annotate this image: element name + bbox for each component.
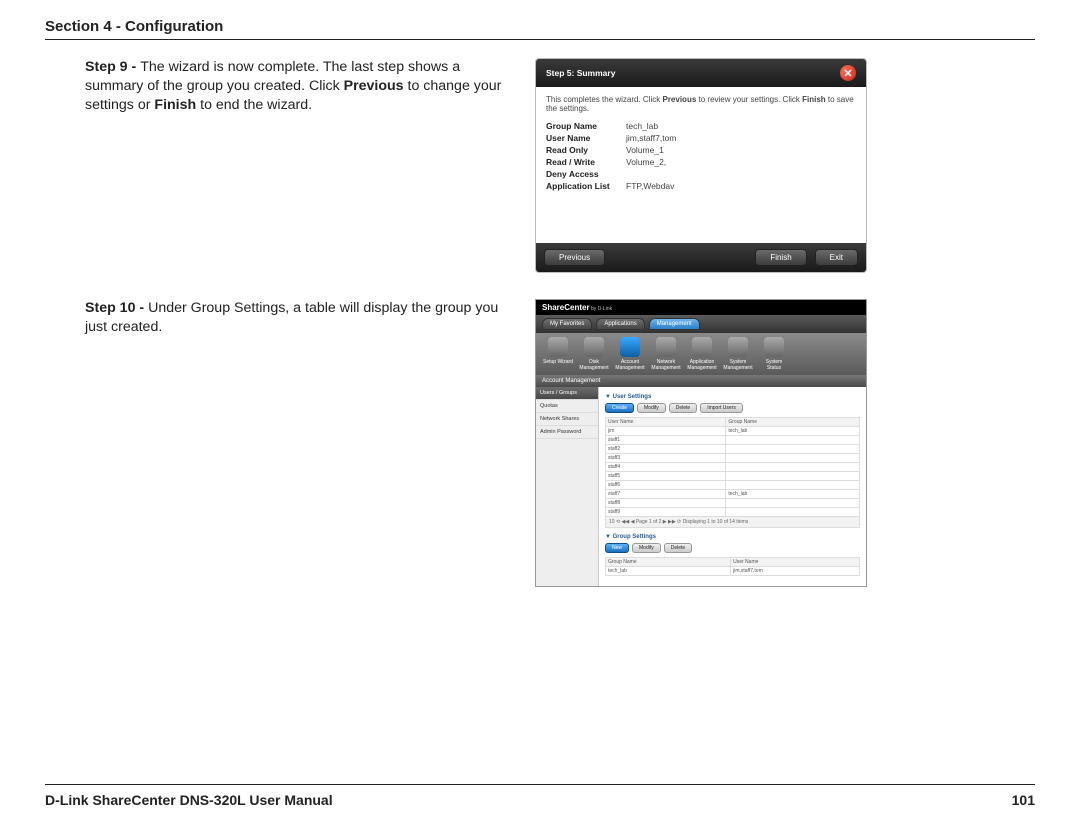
wizard-summary-dialog: Step 5: Summary ✕ This completes the wiz…: [535, 58, 867, 273]
tab-my-favorites[interactable]: My Favorites: [542, 318, 592, 330]
footer-page-number: 101: [1012, 792, 1035, 808]
management-screenshot: ShareCenter by D-Link My Favorites Appli…: [535, 299, 867, 587]
section-header: Section 4 - Configuration: [45, 18, 1035, 40]
exit-button[interactable]: Exit: [815, 249, 858, 266]
group-settings-title: ▼ Group Settings: [605, 534, 860, 540]
step10-label: Step 10 -: [85, 300, 148, 316]
table-row[interactable]: staff6: [606, 481, 860, 490]
sidebar-item-admin-password[interactable]: Admin Password: [536, 426, 598, 439]
table-row[interactable]: staff7tech_lab: [606, 490, 860, 499]
wizard-title: Step 5: Summary: [546, 68, 615, 78]
finish-button[interactable]: Finish: [755, 249, 806, 266]
footer-manual-title: D-Link ShareCenter DNS-320L User Manual: [45, 792, 333, 808]
table-row[interactable]: staff5: [606, 472, 860, 481]
sidebar-item-users-groups[interactable]: Users / Groups: [536, 387, 598, 400]
new-button[interactable]: New: [605, 543, 629, 553]
delete-button[interactable]: Delete: [669, 403, 697, 413]
tab-management[interactable]: Management: [649, 318, 700, 330]
sidebar-item-quotas[interactable]: Quotas: [536, 400, 598, 413]
tab-applications[interactable]: Applications: [596, 318, 644, 330]
table-row[interactable]: staff8: [606, 499, 860, 508]
step9-label: Step 9 -: [85, 59, 140, 75]
table-row: tech_labjim,staff7,tom: [606, 567, 860, 576]
icon-system-management[interactable]: System Management: [722, 337, 754, 371]
user-settings-table: User NameGroup Name jimtech_labstaff1sta…: [605, 417, 860, 517]
previous-button[interactable]: Previous: [544, 249, 605, 266]
icon-setup-wizard[interactable]: Setup Wizard: [542, 337, 574, 371]
sidebar-item-network-shares[interactable]: Network Shares: [536, 413, 598, 426]
table-row[interactable]: staff4: [606, 463, 860, 472]
icon-account-management[interactable]: Account Management: [614, 337, 646, 371]
table-row[interactable]: staff9: [606, 508, 860, 517]
table-row[interactable]: staff1: [606, 436, 860, 445]
icon-disk-management[interactable]: Disk Management: [578, 337, 610, 371]
step10-text: Step 10 - Under Group Settings, a table …: [85, 299, 515, 337]
icon-network-management[interactable]: Network Management: [650, 337, 682, 371]
user-table-pager[interactable]: 10 ⟲ ◀◀ ◀ Page 1 of 2 ▶ ▶▶ ⟳ Displaying …: [605, 517, 860, 528]
brand: ShareCenter: [542, 303, 590, 312]
section-bar: Account Management: [536, 375, 866, 387]
group-modify-button[interactable]: Modify: [632, 543, 661, 553]
icon-system-status[interactable]: System Status: [758, 337, 790, 371]
modify-button[interactable]: Modify: [637, 403, 666, 413]
table-row[interactable]: staff3: [606, 454, 860, 463]
table-row[interactable]: jimtech_lab: [606, 427, 860, 436]
create-button[interactable]: Create: [605, 403, 634, 413]
group-delete-button[interactable]: Delete: [664, 543, 692, 553]
group-settings-table: Group NameUser Name tech_labjim,staff7,t…: [605, 557, 860, 576]
import-users-button[interactable]: Import Users: [700, 403, 743, 413]
wizard-message: This completes the wizard. Click Previou…: [546, 95, 856, 113]
table-row[interactable]: staff2: [606, 445, 860, 454]
step9-text: Step 9 - The wizard is now complete. The…: [85, 58, 515, 116]
user-settings-title: ▼ User Settings: [605, 394, 860, 400]
icon-application-management[interactable]: Application Management: [686, 337, 718, 371]
close-icon[interactable]: ✕: [840, 65, 856, 81]
